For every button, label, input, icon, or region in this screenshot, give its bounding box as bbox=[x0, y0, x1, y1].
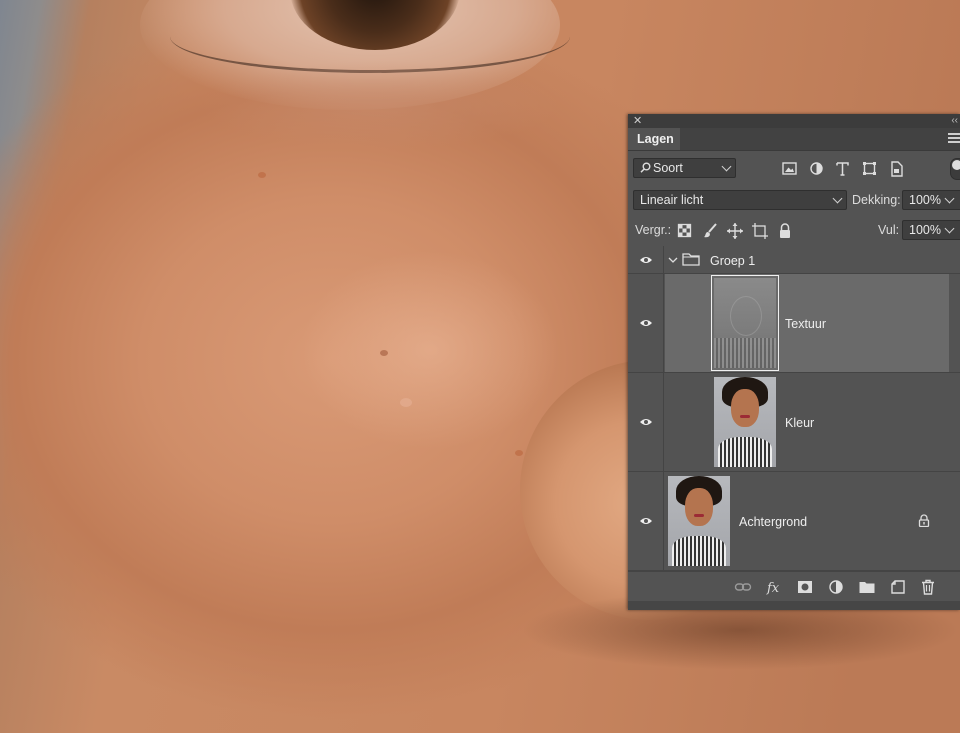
search-icon bbox=[640, 162, 651, 173]
fx-icon[interactable]: fx bbox=[765, 578, 783, 596]
fill-field[interactable]: 100% bbox=[902, 220, 960, 240]
lock-artboard-icon[interactable] bbox=[751, 222, 769, 240]
filter-toggle[interactable] bbox=[950, 158, 960, 180]
adjustment-icon[interactable] bbox=[827, 578, 845, 596]
close-icon[interactable]: ✕ bbox=[633, 114, 642, 128]
layer-row-achtergrond[interactable]: Achtergrond bbox=[628, 472, 960, 571]
layer-row-textuur[interactable]: Textuur bbox=[628, 274, 960, 373]
visibility-toggle[interactable] bbox=[628, 274, 664, 372]
shape-filter-icon[interactable] bbox=[861, 160, 879, 178]
layer-name: Textuur bbox=[785, 317, 826, 331]
under-eye-area bbox=[200, 60, 560, 150]
skin-spot bbox=[515, 450, 523, 456]
layers-panel: ✕ ‹‹ Lagen Soort Lineair licht Dekking: … bbox=[628, 114, 960, 610]
fill-value: 100% bbox=[909, 223, 941, 237]
lock-label: Vergr.: bbox=[635, 223, 672, 237]
opacity-field[interactable]: 100% bbox=[902, 190, 960, 210]
layer-thumbnail bbox=[714, 377, 776, 467]
chevron-down-icon bbox=[944, 223, 955, 234]
lock-row: Vergr.: Vul: 100% bbox=[628, 218, 960, 242]
layer-thumbnail bbox=[668, 476, 730, 566]
visibility-toggle[interactable] bbox=[628, 373, 664, 471]
layers-list: Groep 1 Textuur Kleur Achtergrond bbox=[628, 246, 960, 571]
chevron-down-icon bbox=[721, 161, 732, 172]
lock-position-icon[interactable] bbox=[726, 222, 744, 240]
opacity-label: Dekking: bbox=[852, 193, 901, 207]
folder-icon bbox=[682, 253, 700, 266]
chevron-down-icon[interactable] bbox=[668, 255, 678, 265]
skin-spot bbox=[380, 350, 388, 356]
layer-name: Achtergrond bbox=[739, 515, 808, 529]
filter-row: Soort bbox=[628, 156, 960, 180]
layer-filter-label: Soort bbox=[653, 161, 683, 175]
layer-name: Kleur bbox=[785, 416, 815, 430]
collapse-icon[interactable]: ‹‹ bbox=[951, 114, 958, 128]
panel-tabbar: Lagen bbox=[628, 128, 960, 151]
panel-titlebar[interactable]: ✕ ‹‹ bbox=[628, 114, 960, 128]
skin-spot bbox=[400, 398, 412, 407]
lock-pixels-icon[interactable] bbox=[702, 222, 720, 240]
layer-row-group[interactable]: Groep 1 bbox=[628, 246, 960, 274]
opacity-value: 100% bbox=[909, 193, 941, 207]
eye-icon bbox=[640, 518, 652, 524]
skin-spot bbox=[258, 172, 266, 178]
blend-mode-value: Lineair licht bbox=[640, 193, 704, 207]
eye-icon bbox=[640, 320, 652, 326]
image-filter-icon[interactable] bbox=[781, 160, 799, 178]
lock-all-icon[interactable] bbox=[776, 222, 794, 240]
lock-transparent-icon[interactable] bbox=[676, 222, 694, 240]
layer-filter-select[interactable]: Soort bbox=[633, 158, 736, 178]
new-layer-icon[interactable] bbox=[889, 578, 907, 596]
layer-row-kleur[interactable]: Kleur bbox=[628, 373, 960, 472]
lock-icon bbox=[918, 514, 930, 527]
visibility-toggle[interactable] bbox=[628, 472, 664, 570]
adjustment-filter-icon[interactable] bbox=[808, 160, 826, 178]
new-group-icon[interactable] bbox=[858, 578, 876, 596]
trash-icon[interactable] bbox=[919, 578, 937, 596]
thumbnail-selection-frame bbox=[711, 275, 779, 371]
visibility-toggle[interactable] bbox=[628, 246, 664, 273]
chevron-down-icon bbox=[832, 193, 843, 204]
cheek-highlight bbox=[300, 250, 560, 450]
eye-icon bbox=[640, 256, 652, 263]
layer-name: Groep 1 bbox=[710, 254, 756, 268]
type-filter-icon[interactable] bbox=[834, 160, 852, 178]
eye-icon bbox=[640, 419, 652, 425]
link-icon[interactable] bbox=[734, 578, 752, 596]
smartobject-filter-icon[interactable] bbox=[888, 160, 906, 178]
fill-label: Vul: bbox=[878, 223, 900, 237]
chevron-down-icon bbox=[944, 193, 955, 204]
svg-text:fx: fx bbox=[766, 581, 780, 596]
panel-resize-strip[interactable] bbox=[628, 601, 960, 610]
tab-layers[interactable]: Lagen bbox=[628, 128, 680, 150]
mask-icon[interactable] bbox=[796, 578, 814, 596]
panel-footer: fx bbox=[628, 571, 960, 602]
blend-row: Lineair licht Dekking: 100% bbox=[628, 188, 960, 212]
blend-mode-select[interactable]: Lineair licht bbox=[633, 190, 847, 210]
panel-menu-icon[interactable] bbox=[948, 133, 960, 145]
